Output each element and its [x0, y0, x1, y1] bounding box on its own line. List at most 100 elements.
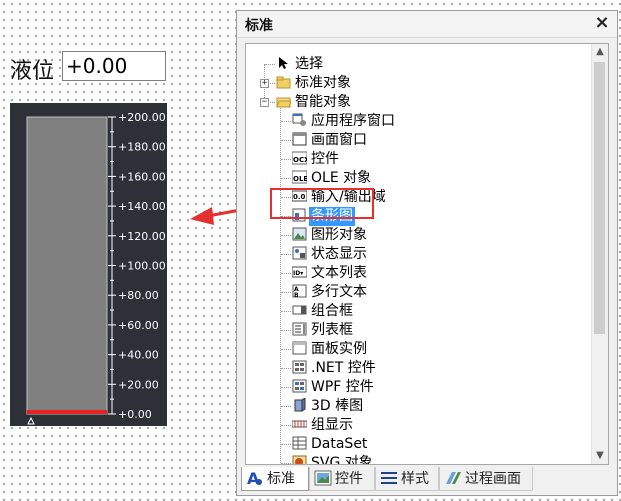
tree-item[interactable]: 画面窗口 — [292, 131, 367, 150]
tree-connector-line — [281, 387, 291, 388]
tree-connector-line — [281, 254, 291, 255]
tree-item-label: 控件 — [311, 151, 339, 167]
folder-icon — [276, 76, 291, 90]
tree-item-label: OLE 对象 — [311, 170, 372, 186]
tree-connector-line — [281, 349, 291, 350]
highlight-box — [270, 188, 374, 219]
tree-item-label: 智能对象 — [295, 94, 351, 110]
svg-text:B: B — [294, 292, 299, 298]
application-window-icon — [292, 113, 307, 127]
wpf-control-icon — [292, 379, 307, 393]
tree-item[interactable]: A B 多行文本 — [292, 283, 367, 302]
tree-item[interactable]: 面板实例 — [292, 340, 367, 359]
bar-tick-label: +80.00 — [118, 289, 159, 302]
tree-connector-line — [281, 178, 291, 179]
tree-item-label: SVG 对象 — [311, 455, 373, 465]
tree-connector-line — [281, 235, 291, 236]
tree-item-label: 标准对象 — [295, 75, 351, 91]
bar-tick-label: +0.00 — [118, 408, 152, 421]
tree-item-label: .NET 控件 — [311, 360, 376, 376]
tab-controls[interactable]: 控件 — [309, 467, 375, 491]
controls-tab-icon — [314, 470, 332, 486]
tree-item[interactable]: 应用程序窗口 — [292, 112, 395, 131]
scroll-thumb[interactable] — [594, 62, 605, 334]
tab-standard[interactable]: A 标准 — [241, 467, 309, 491]
bar-tick-label: +140.00 — [118, 200, 166, 213]
bar-tick-label: +40.00 — [118, 349, 159, 362]
object-tree: 选择+标准对象−智能对象应用程序窗口画面窗口OCX控件OLEOLE 对象0.0输… — [245, 43, 609, 465]
tree-item-label: 3D 棒图 — [311, 398, 364, 414]
tree-item[interactable]: 组合框 — [292, 302, 353, 321]
tree-item[interactable]: 列表框 — [292, 321, 353, 340]
expand-icon[interactable]: + — [260, 79, 269, 88]
tree-item[interactable]: 3D 棒图 — [292, 397, 363, 416]
level-io-field[interactable]: +0.00 — [62, 51, 166, 81]
tree-connector-line — [280, 108, 281, 463]
bar-tick-label: +100.00 — [118, 260, 166, 273]
tree-item-label: 组合框 — [311, 303, 353, 319]
group-display-icon — [291, 417, 308, 431]
bar-body — [26, 116, 108, 415]
tree-item[interactable]: WPF 控件 — [292, 378, 374, 397]
process-pictures-tab-icon — [444, 470, 462, 486]
bar-tick-label: +200.00 — [118, 111, 166, 124]
bar-tick-label: +160.00 — [118, 170, 166, 183]
tree-connector-line — [281, 463, 291, 464]
bar-graph[interactable]: +200.00 +180.00 +160.00 +140.00 +120.00 +100.… — [10, 103, 167, 426]
screen-window-icon — [292, 132, 307, 146]
tree-connector-line — [281, 444, 291, 445]
tree-item[interactable]: 状态显示 — [292, 245, 367, 264]
tab-styles[interactable]: 样式 — [375, 467, 439, 491]
tree-item[interactable]: 图形对象 — [292, 226, 367, 245]
tree-item-label: 面板实例 — [311, 341, 367, 357]
tree-item[interactable]: 组显示 — [291, 416, 353, 435]
tree-connector-line — [281, 292, 291, 293]
tree-item-label: 画面窗口 — [311, 132, 367, 148]
faceplate-instance-icon — [292, 341, 307, 355]
ole-object-icon: OLE — [291, 170, 308, 184]
bar-tick-label: +60.00 — [118, 319, 159, 332]
tree-item[interactable]: OLE OLE 对象 — [291, 169, 372, 188]
tree-connector-line — [265, 64, 275, 65]
scroll-down-icon[interactable]: ▼ — [592, 448, 608, 464]
bar-tick-label: +120.00 — [118, 230, 166, 243]
scroll-up-icon[interactable]: ▲ — [592, 44, 608, 60]
tree-item[interactable]: SVG 对象 — [292, 454, 373, 465]
multiline-text-icon: AB — [292, 284, 307, 299]
tree-item-label: 文本列表 — [311, 265, 367, 281]
tree-connector-line — [281, 311, 291, 312]
tree-connector-line — [281, 425, 291, 426]
combo-box-icon — [292, 303, 307, 317]
3d-bar-icon — [292, 397, 307, 412]
tree-item[interactable]: .NET 控件 — [292, 359, 376, 378]
svg-text:OLE: OLE — [293, 175, 307, 183]
tree-content: 选择+标准对象−智能对象应用程序窗口画面窗口OCX控件OLEOLE 对象0.0输… — [246, 44, 594, 464]
tree-item[interactable]: DataSet — [292, 435, 367, 454]
tree-item[interactable]: 智能对象 — [276, 93, 351, 112]
tree-connector-line — [281, 273, 291, 274]
status-display-icon — [292, 246, 307, 260]
ocx-control-icon: OCX — [291, 151, 310, 165]
tab-label: 控件 — [335, 471, 363, 487]
level-label: 液位 — [10, 59, 55, 84]
close-icon[interactable]: × — [593, 13, 611, 33]
panel-title: 标准 — [245, 18, 273, 34]
graphic-object-icon — [292, 227, 307, 241]
tab-process-pictures[interactable]: 过程画面 — [439, 467, 533, 491]
tree-item[interactable]: 选择 — [276, 55, 323, 74]
bar-tick-label: +20.00 — [118, 378, 159, 391]
tree-item[interactable]: 标准对象 — [276, 74, 351, 93]
tree-item[interactable]: OCX 控件 — [291, 150, 339, 169]
vertical-scrollbar[interactable]: ▲ ▼ — [591, 44, 608, 464]
tree-connector-line — [281, 121, 291, 122]
tree-item[interactable]: ID▾ 文本列表 — [291, 264, 367, 283]
svg-text:ID▾: ID▾ — [293, 270, 303, 277]
standard-tab-icon: A — [246, 469, 264, 488]
toolbox-panel: 标准 × 选择 + 标准对象 − 智能对象应用程序窗口画面窗口 OCX 控件 OLE OLE 对… — [236, 10, 618, 496]
tree-item-label: 列表框 — [311, 322, 353, 338]
dotnet-control-icon — [292, 360, 307, 374]
tree-connector-line — [281, 368, 291, 369]
bar-level-indicator — [27, 410, 107, 414]
tree-item-label: 选择 — [295, 56, 323, 72]
collapse-icon[interactable]: − — [260, 98, 269, 107]
